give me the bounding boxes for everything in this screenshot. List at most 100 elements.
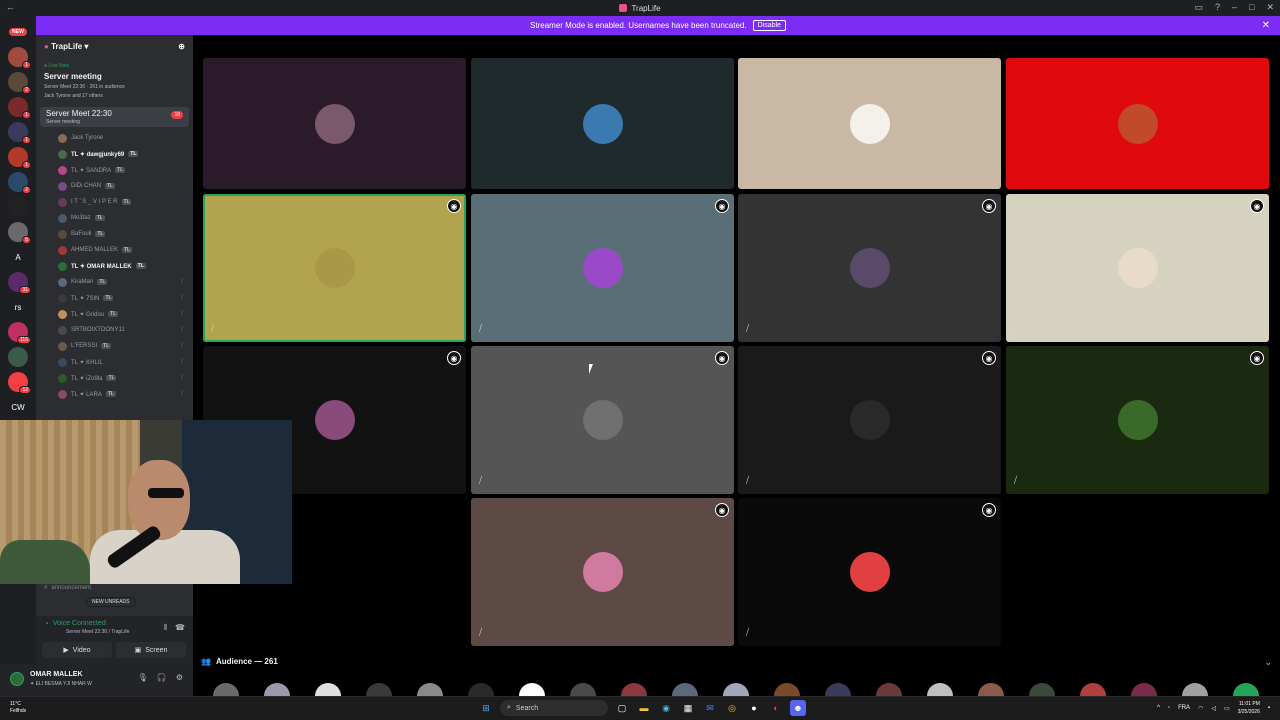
audience-avatar[interactable] bbox=[264, 683, 290, 696]
audience-avatar[interactable] bbox=[621, 683, 647, 696]
inbox-icon[interactable]: ▭ bbox=[1194, 2, 1203, 13]
edge-icon[interactable]: ◉ bbox=[658, 700, 674, 716]
video-button[interactable]: ▶ Video bbox=[42, 642, 112, 658]
server-icon[interactable]: 116 bbox=[8, 322, 31, 344]
weather-widget[interactable]: 11°C Fellhds bbox=[10, 701, 26, 715]
stage-member[interactable]: DiDi CHAN TL bbox=[36, 178, 193, 194]
speaker-tile[interactable]: ◉ ⧸ bbox=[738, 194, 1001, 342]
server-icon[interactable]: 1 bbox=[8, 97, 31, 119]
speaker-tile[interactable]: ◉ ⧸ bbox=[471, 194, 734, 342]
new-unreads-pill[interactable]: NEW UNREADS bbox=[86, 597, 136, 607]
audience-avatar[interactable] bbox=[213, 683, 239, 696]
audience-avatar[interactable] bbox=[774, 683, 800, 696]
speaker-tile[interactable] bbox=[738, 58, 1001, 189]
user-name[interactable]: OMAR MALLEK bbox=[30, 671, 83, 678]
stage-member[interactable]: AHMED MALLEK TL bbox=[36, 242, 193, 258]
server-icon[interactable]: 1 bbox=[8, 47, 31, 69]
audience-avatar[interactable] bbox=[1233, 683, 1259, 696]
speaker-tile[interactable]: ◉ ⧸ bbox=[203, 194, 466, 342]
audience-avatar[interactable] bbox=[723, 683, 749, 696]
tray-chevron-icon[interactable]: ^ bbox=[1157, 705, 1160, 711]
server-icon[interactable]: CW bbox=[8, 397, 28, 417]
server-icon[interactable]: 12 bbox=[8, 372, 31, 394]
audience-avatar[interactable] bbox=[876, 683, 902, 696]
stage-member[interactable]: TL ✦ KHLIL ⧸ bbox=[36, 354, 193, 370]
user-avatar[interactable] bbox=[10, 672, 24, 686]
server-icon[interactable]: 1 bbox=[8, 122, 31, 144]
disconnect-icon[interactable]: ☎ bbox=[175, 623, 185, 633]
audience-avatar[interactable] bbox=[1080, 683, 1106, 696]
speaker-tile[interactable]: ◉ ⧸ bbox=[738, 498, 1001, 646]
stage-member[interactable]: SRTBOIXTOONY11 ⧸ bbox=[36, 322, 193, 338]
audience-avatar[interactable] bbox=[1131, 683, 1157, 696]
audience-avatar[interactable] bbox=[468, 683, 494, 696]
audience-avatar[interactable] bbox=[519, 683, 545, 696]
tray-app-icon[interactable]: ▫ bbox=[1168, 705, 1170, 711]
speaker-tile[interactable]: ◉ ⧸ bbox=[738, 346, 1001, 494]
speaker-tile[interactable]: ◉ ⧸ bbox=[1006, 346, 1269, 494]
stage-member[interactable]: BaFouli TL bbox=[36, 226, 193, 242]
steam-icon[interactable]: ● bbox=[746, 700, 762, 716]
audience-avatar[interactable] bbox=[672, 683, 698, 696]
audience-avatar[interactable] bbox=[978, 683, 1004, 696]
stage-member[interactable]: TL ✦ SANDRA TL bbox=[36, 162, 193, 178]
server-icon[interactable]: 5 bbox=[8, 222, 31, 244]
stage-member[interactable]: Jack Tyrone bbox=[36, 130, 193, 146]
notification-icon[interactable]: ▪ bbox=[1268, 705, 1270, 711]
server-icon[interactable]: rs bbox=[8, 297, 28, 317]
start-icon[interactable]: ⊞ bbox=[478, 700, 494, 716]
headphones-icon[interactable]: 🎧 bbox=[157, 673, 167, 682]
audience-header[interactable]: 👥 Audience — 261 bbox=[201, 657, 278, 666]
stage-member[interactable]: L'FERSSI TL ⧸ bbox=[36, 338, 193, 354]
network-icon[interactable]: ◠ bbox=[1198, 705, 1203, 712]
voice-status[interactable]: ◔ Voice Connected bbox=[44, 619, 106, 628]
server-icon[interactable] bbox=[8, 197, 28, 217]
close-button[interactable]: ✕ bbox=[1266, 2, 1274, 13]
speaker-tile[interactable]: ◉ ⧸ bbox=[471, 498, 734, 646]
server-icon[interactable]: A bbox=[8, 247, 28, 267]
mail-icon[interactable]: ✉ bbox=[702, 700, 718, 716]
store-icon[interactable]: ▦ bbox=[680, 700, 696, 716]
server-icon[interactable]: 2 bbox=[8, 172, 31, 194]
stage-channel[interactable]: Server Meet 22:30 Server meeting 18 bbox=[40, 107, 189, 127]
speaker-tile[interactable] bbox=[471, 58, 734, 189]
speaker-tile[interactable] bbox=[203, 58, 466, 189]
audience-avatar[interactable] bbox=[417, 683, 443, 696]
server-header[interactable]: ● TrapLife ▾ ⊕ bbox=[36, 35, 193, 57]
stage-member[interactable]: I T ' S _ V I P E R TL bbox=[36, 194, 193, 210]
server-icon[interactable]: 2 bbox=[8, 72, 31, 94]
stage-member[interactable]: TL ✦ Gridou TL ⧸ bbox=[36, 306, 193, 322]
stage-member[interactable]: TL ✦ dawgjunky69 TL bbox=[36, 146, 193, 162]
server-icon[interactable]: 1 bbox=[8, 147, 31, 169]
battery-icon[interactable]: ▭ bbox=[1224, 705, 1230, 712]
add-member-icon[interactable]: ⊕ bbox=[178, 42, 185, 51]
stage-member[interactable]: TL ✦ 7SIN TL ⧸ bbox=[36, 290, 193, 306]
audience-avatar[interactable] bbox=[315, 683, 341, 696]
close-banner-icon[interactable]: ✕ bbox=[1262, 20, 1270, 31]
xbox-icon[interactable]: ◐ bbox=[768, 700, 784, 716]
voice-location[interactable]: Server Meet 22:30 / TrapLife bbox=[66, 629, 166, 635]
back-icon[interactable]: ← bbox=[6, 2, 15, 12]
task-view-icon[interactable]: ▢ bbox=[614, 700, 630, 716]
language-indicator[interactable]: FRA bbox=[1178, 705, 1190, 711]
chrome-icon[interactable]: ◎ bbox=[724, 700, 740, 716]
stage-member[interactable]: TL ✦ iZo9la TL ⧸ bbox=[36, 370, 193, 386]
stage-member[interactable]: TL ✦ OMAR MALLEK TL bbox=[36, 258, 193, 274]
clock[interactable]: 11:01 PM 3/25/2026 bbox=[1238, 700, 1260, 716]
volume-icon[interactable]: ◁ bbox=[1211, 705, 1216, 712]
settings-gear-icon[interactable]: ⚙ bbox=[176, 673, 183, 682]
audience-avatar[interactable] bbox=[570, 683, 596, 696]
speaker-tile[interactable]: ◉ ⧸ bbox=[471, 346, 734, 494]
server-icon[interactable]: NEW bbox=[8, 22, 28, 42]
speaker-tile[interactable] bbox=[1006, 58, 1269, 189]
stage-member[interactable]: KiraMan TL ⧸ bbox=[36, 274, 193, 290]
discord-icon[interactable]: ☻ bbox=[790, 700, 806, 716]
help-icon[interactable]: ? bbox=[1215, 2, 1220, 13]
maximize-button[interactable]: □ bbox=[1249, 2, 1254, 13]
channel-announcement[interactable]: # announcement bbox=[44, 585, 91, 591]
disable-button[interactable]: Disable bbox=[752, 20, 786, 31]
audience-avatar[interactable] bbox=[1182, 683, 1208, 696]
stage-member[interactable]: TL ✦ LARA TL ⧸ bbox=[36, 386, 193, 402]
audience-avatar[interactable] bbox=[1029, 683, 1055, 696]
speaker-tile[interactable]: ◉ ⧸ bbox=[1006, 194, 1269, 342]
